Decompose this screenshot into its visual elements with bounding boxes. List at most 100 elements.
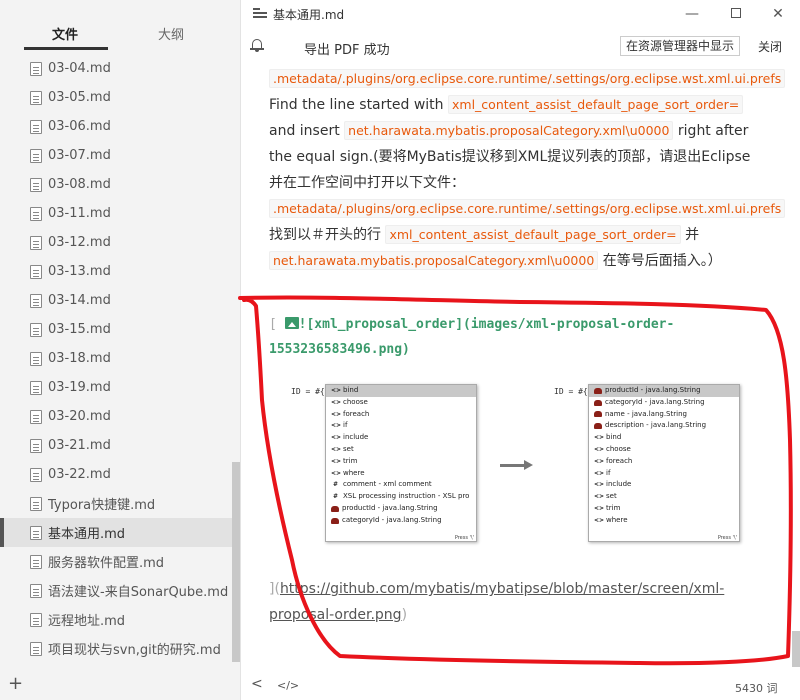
file-item[interactable]: 基本通用.md: [0, 518, 232, 547]
active-tab-indicator: [24, 47, 108, 50]
inline-code: net.harawata.mybatis.proposalCategory.xm…: [269, 251, 599, 270]
file-name: 03-11.md: [48, 206, 111, 221]
completion-item: <> bind: [326, 385, 476, 397]
completion-item: categoryId - java.lang.String: [589, 397, 739, 409]
completion-text: categoryId - java.lang.String: [605, 397, 705, 406]
file-item[interactable]: 03-13.md: [0, 257, 232, 286]
text-run: and insert: [269, 123, 340, 139]
sidebar-scrollbar[interactable]: [232, 462, 240, 662]
completion-text: set: [343, 444, 354, 453]
word-count: 5430 词: [735, 682, 778, 695]
maximize-button[interactable]: [725, 4, 747, 24]
file-item[interactable]: 03-05.md: [0, 83, 232, 112]
image-markdown-source[interactable]: [ ![xml_proposal_order](images/xml-propo…: [269, 312, 761, 362]
close-window-button[interactable]: ✕: [767, 4, 789, 24]
file-name: 03-15.md: [48, 322, 111, 337]
completion-text: foreach: [606, 456, 633, 465]
maximize-icon: [731, 8, 741, 18]
file-item[interactable]: 03-22.md: [0, 460, 232, 489]
tab-files[interactable]: 文件: [52, 24, 78, 43]
hash-icon: #: [332, 493, 339, 501]
file-item[interactable]: 03-11.md: [0, 199, 232, 228]
property-icon: [594, 411, 602, 418]
property-icon: [331, 517, 339, 524]
reveal-in-explorer-button[interactable]: 在资源管理器中显示: [620, 36, 741, 56]
file-icon: [30, 61, 42, 76]
completion-list-after: productId - java.lang.String categoryId -…: [588, 384, 740, 542]
text-run: 找到以＃开头的行: [269, 227, 381, 243]
property-icon: [594, 399, 602, 406]
file-item[interactable]: 03-18.md: [0, 344, 232, 373]
tab-outline[interactable]: 大纲: [158, 24, 184, 43]
file-list: 03-04.md 03-05.md 03-06.md 03-07.md 03-08.md…: [0, 54, 241, 666]
file-item[interactable]: 03-14.md: [0, 286, 232, 315]
press-hint: Press '\': [717, 535, 737, 541]
text-run: 并: [685, 227, 700, 243]
minimize-button[interactable]: —: [681, 4, 703, 24]
figure-right-popup: ID = #{} productId - java.lang.String cat…: [554, 384, 744, 544]
bracket-open: [: [269, 317, 277, 332]
file-icon: [30, 525, 42, 540]
completion-item: <> choose: [326, 397, 476, 409]
completion-text: bind: [343, 386, 359, 394]
file-item[interactable]: 03-20.md: [0, 402, 232, 431]
file-item[interactable]: 03-04.md: [0, 54, 232, 83]
completion-list-before: <> bind <> choose <> foreach <> if <> include <> se…: [325, 384, 477, 542]
notification-close-button[interactable]: 关闭: [758, 38, 782, 55]
completion-item: <> bind: [589, 432, 739, 444]
completion-item: description - java.lang.String: [589, 420, 739, 432]
tag-icon: <>: [594, 493, 605, 501]
completion-text: trim: [343, 456, 358, 465]
file-item[interactable]: 03-19.md: [0, 373, 232, 402]
notification-bar: 导出 PDF 成功 在资源管理器中显示 关闭: [241, 28, 800, 66]
file-name: 03-08.md: [48, 177, 111, 192]
file-name: 基本通用.md: [48, 527, 126, 542]
source-mode-button[interactable]: </>: [277, 679, 299, 692]
completion-item: # XSL processing instruction - XSL pro: [326, 491, 476, 503]
file-item[interactable]: 03-06.md: [0, 112, 232, 141]
image-url-link[interactable]: https://github.com/mybatis/mybatipse/blo…: [269, 581, 724, 623]
tag-icon: <>: [594, 504, 605, 512]
sidebar: 文件 大纲 03-04.md 03-05.md 03-06.md 03-07.md 03…: [0, 0, 241, 700]
editor-scrollbar[interactable]: [792, 631, 800, 667]
editor[interactable]: .metadata/.plugins/org.eclipse.core.runt…: [241, 66, 800, 668]
file-name: 03-06.md: [48, 119, 111, 134]
file-item[interactable]: 03-21.md: [0, 431, 232, 460]
file-name: 项目现状与svn,git的研究.md: [48, 643, 221, 658]
menu-icon[interactable]: [253, 8, 267, 19]
file-item[interactable]: 03-12.md: [0, 228, 232, 257]
file-item[interactable]: 服务器软件配置.md: [0, 547, 232, 576]
completion-item: <> where: [589, 515, 739, 527]
completion-item: <> where: [326, 468, 476, 480]
add-file-button[interactable]: +: [8, 675, 23, 693]
link-bracket-open: ](: [269, 581, 280, 597]
file-item[interactable]: 03-07.md: [0, 141, 232, 170]
file-icon: [30, 119, 42, 134]
file-name: 03-04.md: [48, 61, 111, 76]
file-item[interactable]: 项目现状与svn,git的研究.md: [0, 634, 232, 663]
file-icon: [30, 206, 42, 221]
completion-text: where: [606, 515, 628, 524]
completion-item: <> choose: [589, 444, 739, 456]
file-name: 语法建议-来自SonarQube.md: [48, 585, 229, 600]
sidebar-toggle-button[interactable]: <: [251, 676, 263, 692]
file-item[interactable]: 语法建议-来自SonarQube.md: [0, 576, 232, 605]
file-icon: [30, 438, 42, 453]
file-item[interactable]: 03-08.md: [0, 170, 232, 199]
file-item[interactable]: 03-15.md: [0, 315, 232, 344]
tag-icon: <>: [331, 387, 342, 394]
completion-item: <> trim: [589, 503, 739, 515]
completion-text: XSL processing instruction - XSL pro: [343, 492, 470, 501]
completion-item: # comment - xml comment: [326, 479, 476, 491]
file-name: 03-18.md: [48, 351, 111, 366]
file-icon: [30, 496, 42, 511]
completion-item: <> foreach: [589, 456, 739, 468]
file-item[interactable]: 远程地址.md: [0, 605, 232, 634]
press-hint: Press '\': [454, 535, 474, 541]
completion-text: where: [343, 468, 365, 477]
tag-icon: <>: [594, 434, 605, 442]
file-name: 远程地址.md: [48, 614, 126, 629]
completion-text: if: [343, 421, 348, 430]
tag-icon: <>: [594, 445, 605, 453]
file-item[interactable]: Typora快捷键.md: [0, 489, 232, 518]
